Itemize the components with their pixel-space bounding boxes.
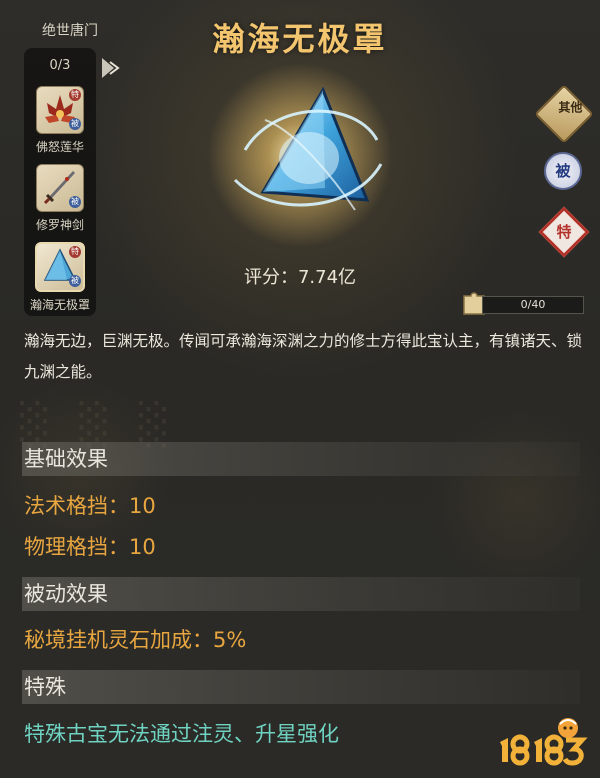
special-tag: 特 bbox=[69, 89, 81, 101]
passive-tag: 被 bbox=[69, 196, 81, 208]
section-header-passive: 被动效果 bbox=[22, 577, 580, 611]
item-title: 瀚海无极罩 bbox=[212, 20, 388, 58]
artifact-pyramid-icon bbox=[208, 63, 392, 247]
other-badge-label: 其他 bbox=[558, 100, 583, 115]
passive-tag: 被 bbox=[69, 118, 81, 130]
special-line: 特殊古宝无法通过注灵、升星强化 bbox=[24, 722, 339, 746]
passive-badge[interactable]: 被 bbox=[544, 152, 582, 190]
set-item-label: 佛怒莲华 bbox=[35, 140, 84, 154]
fragment-progress-bar: 0/40 bbox=[482, 296, 584, 314]
set-item-xiuluo-shenjian[interactable]: 被 修罗神剑 bbox=[24, 164, 96, 233]
effect-line: 秘境挂机灵石加成：5% bbox=[24, 628, 247, 652]
artifact-thumbnail: 被 bbox=[36, 164, 84, 212]
fragment-progress-text: 0/40 bbox=[520, 298, 546, 311]
item-description: 瀚海无边，巨渊无极。传闻可承瀚海深渊之力的修士方得此宝认主，有镇诸天、锁九渊之能… bbox=[24, 332, 583, 381]
set-item-label: 修罗神剑 bbox=[35, 218, 84, 232]
set-item-fonu-lianhua[interactable]: 特 被 佛怒莲华 bbox=[24, 86, 96, 155]
effect-line: 物理格挡：10 bbox=[24, 535, 156, 559]
artifact-thumbnail: 特 被 bbox=[36, 86, 84, 134]
site-logo bbox=[500, 718, 588, 766]
score-label: 评分：7.74亿 bbox=[243, 267, 357, 288]
special-tag: 特 bbox=[69, 246, 81, 258]
special-badge-label: 特 bbox=[556, 223, 572, 241]
section-header-special: 特殊 bbox=[22, 670, 580, 704]
effect-line: 法术格挡：10 bbox=[24, 494, 156, 518]
set-count: 0/3 bbox=[49, 58, 71, 73]
section-header-basic: 基础效果 bbox=[22, 442, 580, 476]
set-item-label: 瀚海无极罩 bbox=[29, 298, 90, 312]
